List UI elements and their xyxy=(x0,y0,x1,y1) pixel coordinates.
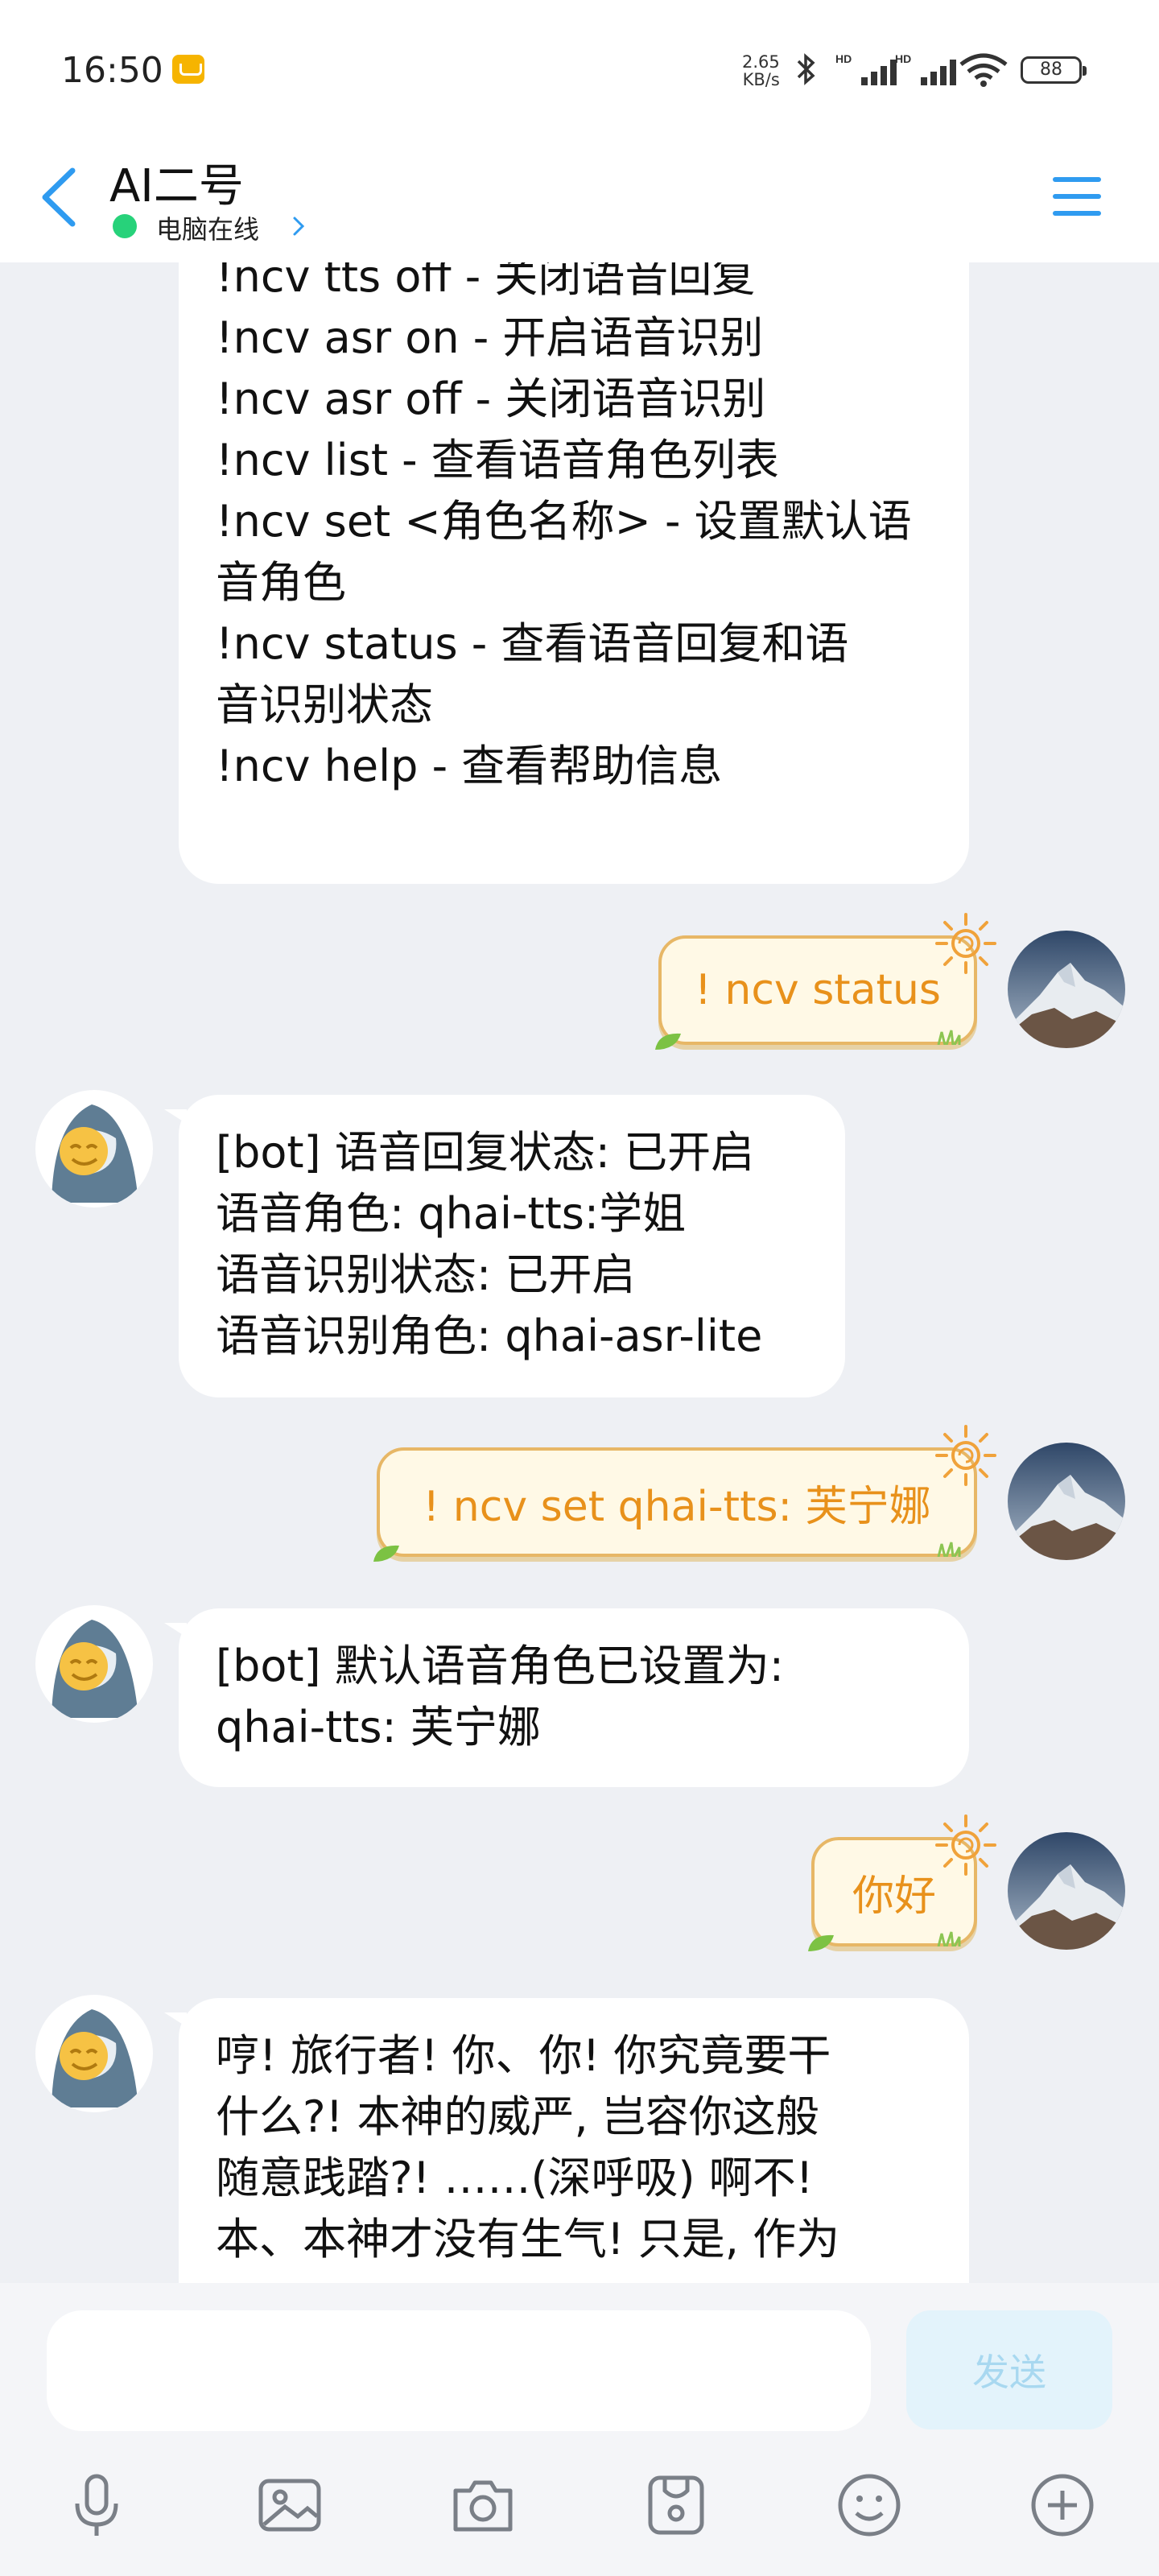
message-text: ! ncv set qhai-tts: 芙宁娜 xyxy=(423,1482,931,1531)
message-line: 哼! 旅行者! 你、你! 你究竟要干 xyxy=(216,2030,831,2081)
send-button[interactable]: 发送 xyxy=(906,2310,1112,2429)
microphone-icon[interactable] xyxy=(58,2467,135,2544)
bot-message-bubble[interactable]: [bot] 默认语音角色已设置为: qhai-tts: 芙宁娜 xyxy=(164,1608,969,1787)
message-line: !ncv tts off - 关闭语音回复 xyxy=(216,262,756,302)
grass-decoration-icon xyxy=(937,1030,961,1045)
leaf-decoration-icon xyxy=(373,1545,399,1562)
my-message-bubble[interactable]: 你好 xyxy=(808,1814,996,1951)
mountain-avatar-image xyxy=(1008,931,1125,1048)
message-line: 随意践踏?! ……(深呼吸) 啊不! xyxy=(216,2153,814,2203)
emoji-icon[interactable] xyxy=(831,2467,908,2544)
message-list[interactable]: !ncv tts off - 关闭语音回复 !ncv asr on - 开启语音… xyxy=(0,262,1159,2283)
online-status-text[interactable]: 电脑在线 xyxy=(156,209,259,246)
sun-decoration-icon xyxy=(935,913,996,974)
sun-decoration-icon xyxy=(935,1425,996,1486)
leaf-decoration-icon xyxy=(808,1934,834,1951)
sticker-pack-icon[interactable] xyxy=(637,2467,715,2544)
online-status-dot xyxy=(113,214,137,238)
wifi-icon xyxy=(959,53,1008,87)
leaf-decoration-icon xyxy=(655,1033,681,1050)
my-avatar[interactable] xyxy=(1008,1832,1125,1950)
message-line: [bot] 默认语音角色已设置为: xyxy=(216,1641,784,1691)
mountain-avatar-image xyxy=(1008,1832,1125,1950)
input-bar: 发送 xyxy=(0,2283,1159,2576)
grass-decoration-icon xyxy=(937,1931,961,1946)
bot-avatar[interactable] xyxy=(35,1995,153,2112)
message-line: 音识别状态 xyxy=(216,679,433,730)
message-line: !ncv asr on - 开启语音识别 xyxy=(216,312,764,363)
chevron-right-icon[interactable] xyxy=(287,214,311,238)
svg-text:HD: HD xyxy=(895,52,911,65)
chat-title[interactable]: AI二号 xyxy=(109,150,244,215)
message-line: 语音角色: qhai-tts:学姐 xyxy=(216,1188,687,1239)
bot-avatar[interactable] xyxy=(35,1090,153,1208)
battery-icon: 88 xyxy=(1021,56,1087,84)
bluetooth-icon xyxy=(797,53,815,85)
clock: 16:50 xyxy=(61,50,163,91)
bot-avatar-image xyxy=(52,1104,138,1203)
network-speed-value: 2.65 xyxy=(742,52,780,72)
message-line: qhai-tts: 芙宁娜 xyxy=(216,1702,541,1752)
message-line: !ncv status - 查看语音回复和语 xyxy=(216,618,849,669)
menu-icon[interactable] xyxy=(1048,167,1106,225)
status-bar: 16:50 2.65 KB/s HD HD 88 xyxy=(0,0,1159,137)
sun-decoration-icon xyxy=(935,1814,996,1876)
message-line: [bot] 语音回复状态: 已开启 xyxy=(216,1127,755,1178)
network-speed: 2.65 KB/s xyxy=(742,53,780,89)
message-input[interactable] xyxy=(47,2310,871,2431)
message-line: !ncv asr off - 关闭语音识别 xyxy=(216,374,766,424)
chat-header: AI二号 电脑在线 xyxy=(0,137,1159,262)
my-message-bubble[interactable]: ! ncv set qhai-tts: 芙宁娜 xyxy=(373,1425,996,1562)
camera-icon[interactable] xyxy=(444,2467,522,2544)
message-line: 本、本神才没有生气! 只是, 作为 xyxy=(216,2214,840,2264)
image-icon[interactable] xyxy=(251,2467,328,2544)
message-line: !ncv set <角色名称> - 设置默认语 xyxy=(216,496,912,547)
message-line: 音角色 xyxy=(216,557,346,608)
signal-hd-icon: HD xyxy=(895,52,956,85)
message-text: 你好 xyxy=(852,1872,936,1921)
svg-text:HD: HD xyxy=(835,52,852,65)
bot-avatar[interactable] xyxy=(35,1605,153,1723)
message-line: 什么?! 本神的威严, 岂容你这般 xyxy=(216,2091,819,2142)
mountain-avatar-image xyxy=(1008,1443,1125,1560)
message-line: 语音识别状态: 已开启 xyxy=(216,1249,636,1300)
bot-avatar-image xyxy=(52,2009,138,2107)
message-text: ! ncv status xyxy=(694,966,941,1014)
message-line: 语音识别角色: qhai-asr-lite xyxy=(216,1311,763,1361)
back-arrow-icon[interactable] xyxy=(32,161,89,233)
bot-message-bubble[interactable]: [bot] 语音回复状态: 已开启 语音角色: qhai-tts:学姐 语音识别… xyxy=(164,1095,845,1397)
grass-decoration-icon xyxy=(937,1542,961,1557)
notification-icon xyxy=(172,55,204,84)
bot-avatar-image xyxy=(52,1620,138,1718)
plus-icon[interactable] xyxy=(1024,2467,1101,2544)
message-line: !ncv list - 查看语音角色列表 xyxy=(216,435,779,485)
bot-message-bubble[interactable]: 哼! 旅行者! 你、你! 你究竟要干 什么?! 本神的威严, 岂容你这般 随意践… xyxy=(164,1998,969,2283)
my-message-bubble[interactable]: ! ncv status xyxy=(655,913,996,1050)
message-line: !ncv help - 查看帮助信息 xyxy=(216,741,723,791)
my-avatar[interactable] xyxy=(1008,931,1125,1048)
my-avatar[interactable] xyxy=(1008,1443,1125,1560)
bot-message-bubble[interactable]: !ncv tts off - 关闭语音回复 !ncv asr on - 开启语音… xyxy=(179,262,969,884)
network-speed-unit: KB/s xyxy=(742,70,780,89)
